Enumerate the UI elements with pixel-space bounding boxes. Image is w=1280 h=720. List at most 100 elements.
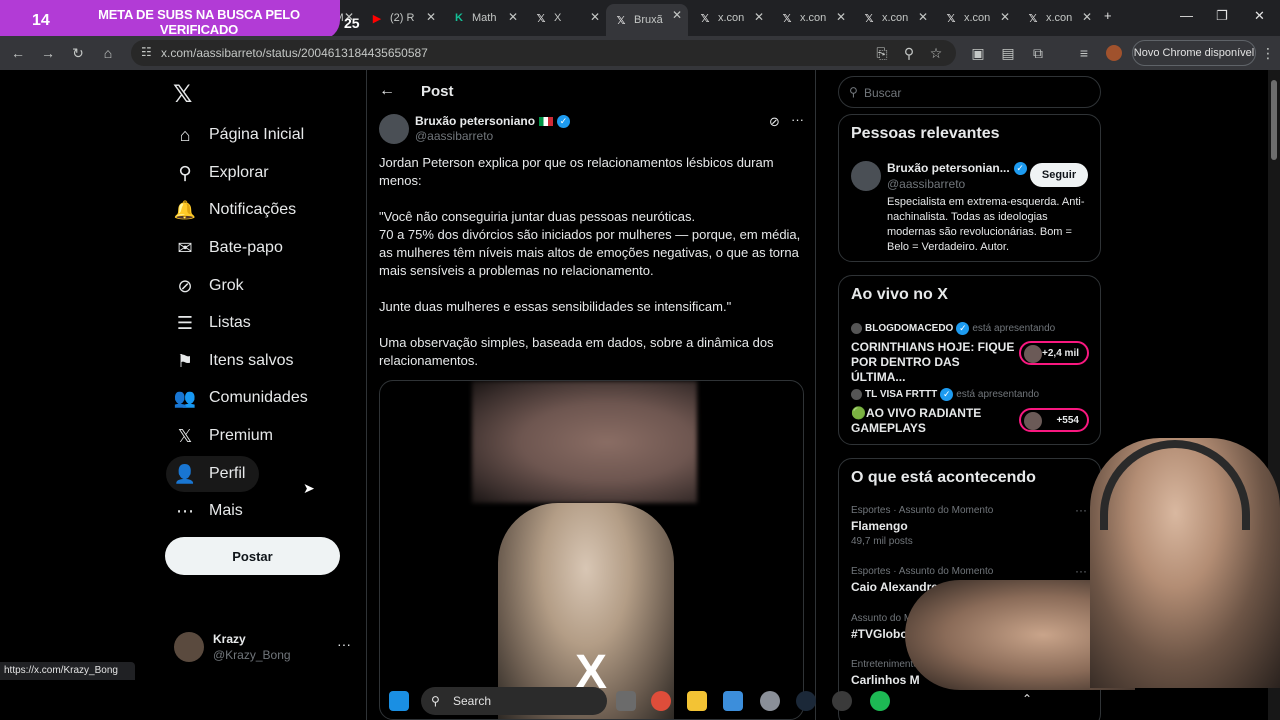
live-host-name: BLOGDOMACEDO xyxy=(865,323,954,334)
more-icon[interactable]: ··· xyxy=(1075,503,1087,517)
nav-home[interactable]: ⌂ Página Inicial xyxy=(166,117,318,153)
media-control-icon[interactable]: ≡ xyxy=(1074,43,1094,63)
nav-bookmarks[interactable]: ⚑ Itens salvos xyxy=(166,343,307,379)
spotify-icon[interactable] xyxy=(870,691,890,711)
account-switcher[interactable]: Krazy @Krazy_Bong ··· xyxy=(174,630,354,666)
avatar xyxy=(851,389,862,400)
zoom-icon[interactable]: ⚲ xyxy=(899,43,919,63)
file-explorer-icon[interactable] xyxy=(687,691,707,711)
menu-kebab-icon[interactable]: ⋮ xyxy=(1258,43,1278,63)
nav-profile[interactable]: 👤 Perfil xyxy=(166,456,260,492)
windows-start-icon[interactable] xyxy=(389,691,409,711)
post-media-video[interactable]: X xyxy=(379,380,804,720)
browser-tab[interactable]: K Math ✕ xyxy=(444,6,524,30)
browser-tab[interactable]: 𝕏x.con ✕ xyxy=(854,6,934,30)
more-icon[interactable]: ··· xyxy=(1075,564,1087,578)
more-icon[interactable]: ··· xyxy=(337,636,351,652)
back-icon[interactable]: ← xyxy=(8,43,28,63)
browser-tab[interactable]: 𝕏x.con ✕ xyxy=(1018,6,1098,30)
avatar[interactable] xyxy=(851,161,881,191)
store-icon[interactable] xyxy=(723,691,743,711)
nav-label: Itens salvos xyxy=(209,352,294,369)
taskbar-search[interactable]: ⚲ Search xyxy=(421,687,607,715)
browser-tab[interactable]: ▶ (2) R ✕ xyxy=(362,6,442,30)
forward-icon[interactable]: → xyxy=(38,43,58,63)
browser-tab[interactable]: 𝕏x.con ✕ xyxy=(772,6,852,30)
follow-button[interactable]: Seguir xyxy=(1030,163,1088,187)
subs-goal-target: 25 xyxy=(344,15,360,31)
x-icon: 𝕏 xyxy=(700,12,710,25)
grok-icon[interactable]: ⊘ xyxy=(769,114,780,130)
post-text: Jordan Peterson explica por que os relac… xyxy=(379,154,804,388)
relevant-user-name[interactable]: Bruxão petersonian... ✓ xyxy=(887,161,1027,175)
trend-name[interactable]: Flamengo xyxy=(851,519,908,533)
live-host[interactable]: TL VISA FRTTT ✓ está apresentando xyxy=(851,388,1039,401)
close-icon[interactable]: ✕ xyxy=(508,10,518,24)
x-icon: 𝕏 xyxy=(1028,12,1038,25)
post-button[interactable]: Postar xyxy=(165,537,340,575)
browser-tab[interactable]: 𝕏x.con ✕ xyxy=(690,6,770,30)
author-avatar[interactable] xyxy=(379,114,409,144)
close-icon[interactable]: ✕ xyxy=(1000,10,1010,24)
live-listeners-badge[interactable]: +2,4 mil xyxy=(1019,341,1089,365)
chrome-update-button[interactable]: Novo Chrome disponível xyxy=(1132,40,1256,66)
minimize-icon[interactable]: — xyxy=(1180,8,1193,23)
taskbar-search-label: Search xyxy=(453,694,492,708)
nav-explore[interactable]: ⚲ Explorar xyxy=(166,155,283,191)
back-arrow-icon[interactable]: ← xyxy=(379,82,395,100)
x-logo-icon[interactable]: 𝕏 xyxy=(173,80,192,109)
site-info-icon[interactable]: ☷ xyxy=(141,45,152,59)
relevant-user-handle[interactable]: @aassibarreto xyxy=(887,177,965,191)
bookmark-star-icon[interactable]: ☆ xyxy=(926,43,946,63)
nav-grok[interactable]: ⊘ Grok xyxy=(166,268,258,304)
search-input[interactable]: ⚲ Buscar xyxy=(838,76,1101,108)
live-title[interactable]: 🟢AO VIVO RADIANTE GAMEPLAYS xyxy=(851,406,1016,436)
extension-icon[interactable]: ▤ xyxy=(998,43,1018,63)
nav-messages[interactable]: ✉ Bate-papo xyxy=(166,230,297,266)
home-icon[interactable]: ⌂ xyxy=(98,43,118,63)
nav-premium[interactable]: 𝕏 Premium xyxy=(166,418,287,454)
avatar xyxy=(174,632,204,662)
steam-icon[interactable] xyxy=(796,691,816,711)
more-icon[interactable]: ··· xyxy=(791,112,804,127)
profile-avatar[interactable] xyxy=(1106,45,1122,61)
chrome-icon[interactable] xyxy=(651,691,671,711)
close-icon[interactable]: ✕ xyxy=(672,8,682,22)
nav-notifications[interactable]: 🔔 Notificações xyxy=(166,192,310,228)
close-icon[interactable]: ✕ xyxy=(836,10,846,24)
scrollbar-thumb[interactable] xyxy=(1271,80,1277,160)
close-icon[interactable]: ✕ xyxy=(1082,10,1092,24)
new-tab-icon[interactable]: + xyxy=(1104,8,1112,23)
window-close-icon[interactable]: ✕ xyxy=(1254,8,1265,24)
browser-tab-active[interactable]: 𝕏 Bruxã ✕ xyxy=(606,4,688,36)
verified-icon: ✓ xyxy=(940,388,954,401)
address-bar[interactable]: ☷ x.com/aassibarreto/status/200461318443… xyxy=(131,40,956,66)
settings-gear-icon[interactable] xyxy=(760,691,780,711)
obs-icon[interactable] xyxy=(832,691,852,711)
browser-tab[interactable]: 𝕏 X ✕ xyxy=(526,6,606,30)
close-icon[interactable]: ✕ xyxy=(426,10,436,24)
url-text[interactable]: x.com/aassibarreto/status/20046131844356… xyxy=(161,46,428,60)
live-title[interactable]: CORINTHIANS HOJE: FIQUE POR DENTRO DAS Ú… xyxy=(851,340,1016,385)
cast-icon[interactable]: ⎘ xyxy=(872,43,892,63)
browser-tab[interactable]: 𝕏x.con ✕ xyxy=(936,6,1016,30)
extension-icon[interactable]: ▣ xyxy=(968,43,988,63)
nav-lists[interactable]: ☰ Listas xyxy=(166,305,265,341)
author-name[interactable]: Bruxão petersoniano ✓ xyxy=(415,114,571,128)
subs-goal-text: META DE SUBS NA BUSCA PELO VERIFICADO xyxy=(98,7,300,37)
close-icon[interactable]: ✕ xyxy=(754,10,764,24)
live-host[interactable]: BLOGDOMACEDO ✓ está apresentando xyxy=(851,322,1055,335)
maximize-icon[interactable]: ❐ xyxy=(1216,8,1228,24)
x-icon: 𝕏 xyxy=(782,12,792,25)
tray-chevron-up-icon[interactable]: ⌃ xyxy=(1022,692,1032,706)
close-icon[interactable]: ✕ xyxy=(590,10,600,24)
reload-icon[interactable]: ↻ xyxy=(68,43,88,63)
author-handle[interactable]: @aassibarreto xyxy=(415,129,493,143)
trend-category: Esportes · Assunto do Momento xyxy=(851,566,994,577)
task-view-icon[interactable] xyxy=(616,691,636,711)
close-icon[interactable]: ✕ xyxy=(918,10,928,24)
nav-more[interactable]: ⋯ Mais xyxy=(166,493,257,529)
live-listeners-badge[interactable]: +554 xyxy=(1019,408,1089,432)
nav-communities[interactable]: 👥 Comunidades xyxy=(166,380,322,416)
extensions-puzzle-icon[interactable]: ⧉ xyxy=(1028,43,1048,63)
